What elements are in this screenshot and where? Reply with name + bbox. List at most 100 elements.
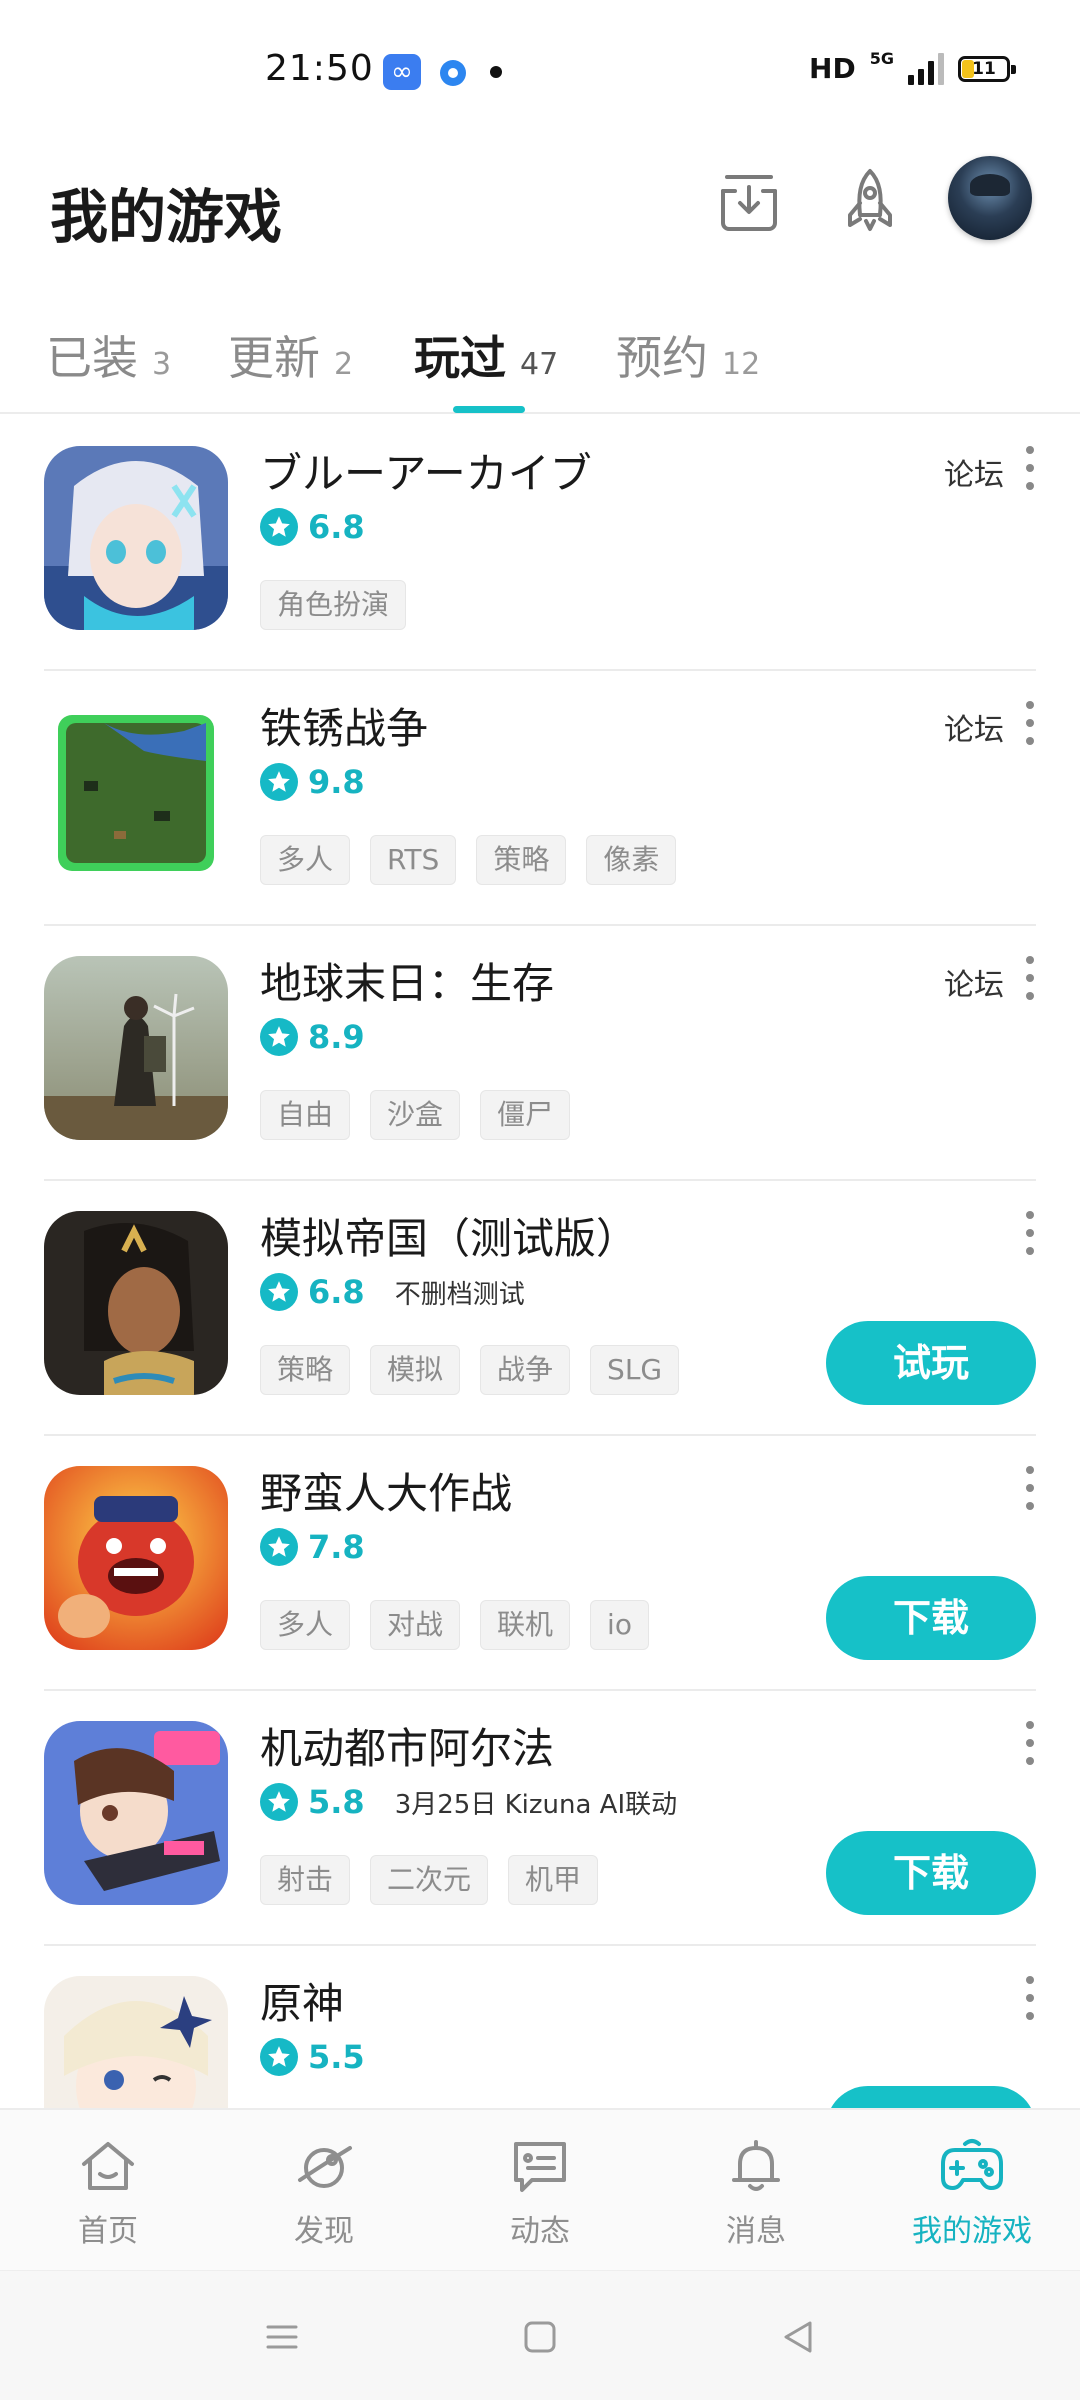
game-icon-rusted-warfare bbox=[44, 701, 228, 885]
tag[interactable]: 多人 bbox=[260, 1600, 351, 1650]
tag[interactable]: 机甲 bbox=[508, 1855, 599, 1905]
star-icon bbox=[260, 1018, 298, 1056]
star-icon bbox=[260, 1528, 298, 1566]
home-square-icon[interactable] bbox=[518, 2315, 562, 2359]
game-tags: 自由 沙盒 僵尸 bbox=[260, 1090, 571, 1140]
nav-item-discover[interactable]: 发现 bbox=[216, 2134, 432, 2250]
nav-item-my-games[interactable]: 我的游戏 bbox=[864, 2134, 1080, 2250]
game-row[interactable]: 机动都市阿尔法 5.8 3月25日 Kizuna AI联动 射击 二次元 机甲 … bbox=[0, 1691, 1080, 1946]
game-row[interactable]: 原神 5.5 bbox=[0, 1946, 1080, 2108]
game-tags: 策略 模拟 战争 SLG bbox=[260, 1345, 680, 1395]
game-name: 铁锈战争 bbox=[260, 704, 429, 753]
more-options-icon[interactable] bbox=[1020, 701, 1040, 745]
game-name: ブルーアーカイブ bbox=[260, 449, 592, 498]
forum-link[interactable]: 论坛 bbox=[944, 450, 1004, 494]
nav-label: 消息 bbox=[726, 2214, 786, 2249]
game-name: 模拟帝国（测试版） bbox=[260, 1214, 639, 1263]
rating-value: 6.8 bbox=[308, 1273, 365, 1311]
trial-button[interactable]: 试玩 bbox=[826, 1321, 1036, 1405]
game-row[interactable]: 模拟帝国（测试版） 6.8 不删档测试 策略 模拟 战争 SLG 试玩 bbox=[0, 1181, 1080, 1436]
tab-reserved[interactable]: 预约 12 bbox=[616, 322, 760, 388]
tab-installed[interactable]: 已装 3 bbox=[46, 322, 171, 388]
rating-value: 9.8 bbox=[308, 763, 365, 801]
bottom-navigation: 首页 发现 动态 消息 我的游戏 bbox=[0, 2108, 1080, 2270]
tag[interactable]: SLG bbox=[590, 1345, 680, 1395]
game-tabs: 已装 3 更新 2 玩过 47 预约 12 bbox=[0, 300, 1080, 414]
user-avatar[interactable] bbox=[948, 156, 1032, 240]
more-options-icon[interactable] bbox=[1020, 1976, 1040, 2020]
tag[interactable]: 像素 bbox=[586, 835, 677, 885]
back-triangle-icon[interactable] bbox=[776, 2315, 820, 2359]
tab-count: 2 bbox=[334, 347, 354, 382]
download-button[interactable]: 下载 bbox=[826, 1576, 1036, 1660]
tab-updates[interactable]: 更新 2 bbox=[228, 322, 353, 388]
tag[interactable]: 自由 bbox=[260, 1090, 351, 1140]
action-button-partial[interactable] bbox=[826, 2086, 1036, 2108]
forum-link[interactable]: 论坛 bbox=[944, 705, 1004, 749]
download-manager-icon[interactable] bbox=[706, 158, 792, 244]
game-tags: 射击 二次元 机甲 bbox=[260, 1855, 599, 1905]
game-row[interactable]: 铁锈战争 9.8 多人 RTS 策略 像素 论坛 bbox=[0, 671, 1080, 926]
battery-level: 11 bbox=[972, 58, 996, 79]
more-options-icon[interactable] bbox=[1020, 956, 1040, 1000]
tag[interactable]: 多人 bbox=[260, 835, 351, 885]
download-button[interactable]: 下载 bbox=[826, 1831, 1036, 1915]
tag[interactable]: 策略 bbox=[260, 1345, 351, 1395]
rocket-accelerate-icon[interactable] bbox=[827, 158, 913, 244]
tag[interactable]: 沙盒 bbox=[370, 1090, 461, 1140]
rating-value: 8.9 bbox=[308, 1018, 365, 1056]
page-header: 我的游戏 bbox=[0, 130, 1080, 280]
game-icon-genshin-impact bbox=[44, 1976, 228, 2108]
game-rating: 5.8 3月25日 Kizuna AI联动 bbox=[260, 1783, 677, 1821]
tag[interactable]: 射击 bbox=[260, 1855, 351, 1905]
nav-label: 发现 bbox=[294, 2214, 354, 2249]
game-row[interactable]: ブルーアーカイブ 6.8 角色扮演 论坛 bbox=[0, 416, 1080, 671]
tab-label: 预约 bbox=[616, 331, 708, 385]
tag[interactable]: 对战 bbox=[370, 1600, 461, 1650]
rating-value: 5.5 bbox=[308, 2038, 365, 2076]
infinity-app-icon: ∞ bbox=[383, 54, 421, 90]
game-note: 3月25日 Kizuna AI联动 bbox=[394, 1789, 678, 1820]
bell-icon bbox=[732, 2140, 780, 2191]
tag[interactable]: 策略 bbox=[476, 835, 567, 885]
star-icon bbox=[260, 763, 298, 801]
more-options-icon[interactable] bbox=[1020, 1211, 1040, 1255]
forum-link[interactable]: 论坛 bbox=[944, 960, 1004, 1004]
nav-label: 我的游戏 bbox=[912, 2214, 1032, 2249]
tag[interactable]: 模拟 bbox=[370, 1345, 461, 1395]
tag[interactable]: 二次元 bbox=[370, 1855, 489, 1905]
tag[interactable]: io bbox=[590, 1600, 649, 1650]
feed-message-icon bbox=[514, 2142, 566, 2192]
menu-icon[interactable] bbox=[260, 2315, 304, 2359]
star-icon bbox=[260, 2038, 298, 2076]
tab-played[interactable]: 玩过 47 bbox=[414, 322, 558, 388]
star-icon bbox=[260, 1273, 298, 1311]
page-title: 我的游戏 bbox=[50, 183, 283, 251]
nav-item-messages[interactable]: 消息 bbox=[648, 2134, 864, 2250]
game-row[interactable]: 地球末日：生存 8.9 自由 沙盒 僵尸 论坛 bbox=[0, 926, 1080, 1181]
tab-count: 47 bbox=[520, 347, 559, 382]
game-name: 原神 bbox=[260, 1979, 345, 2028]
game-tags: 多人 RTS 策略 像素 bbox=[260, 835, 677, 885]
tag[interactable]: 角色扮演 bbox=[260, 580, 407, 630]
game-rating: 5.5 bbox=[260, 2038, 365, 2076]
tag[interactable]: 战争 bbox=[480, 1345, 571, 1395]
game-row[interactable]: 野蛮人大作战 7.8 多人 对战 联机 io 下载 bbox=[0, 1436, 1080, 1691]
game-icon-last-day-on-earth bbox=[44, 956, 228, 1140]
tag[interactable]: 僵尸 bbox=[480, 1090, 571, 1140]
gamepad-icon bbox=[941, 2139, 1003, 2190]
battery-icon: 11 bbox=[958, 55, 1016, 82]
tag[interactable]: RTS bbox=[370, 835, 457, 885]
star-icon bbox=[260, 508, 298, 546]
tag[interactable]: 联机 bbox=[480, 1600, 571, 1650]
nav-item-home[interactable]: 首页 bbox=[0, 2134, 216, 2250]
tab-label: 更新 bbox=[228, 331, 320, 385]
game-icon-barbarian-battle bbox=[44, 1466, 228, 1650]
more-options-icon[interactable] bbox=[1020, 1721, 1040, 1765]
network-type-label: 5G bbox=[869, 49, 894, 68]
game-rating: 6.8 bbox=[260, 508, 365, 546]
more-options-icon[interactable] bbox=[1020, 1466, 1040, 1510]
tab-label: 已装 bbox=[46, 331, 138, 385]
nav-item-feed[interactable]: 动态 bbox=[432, 2134, 648, 2250]
more-options-icon[interactable] bbox=[1020, 446, 1040, 490]
